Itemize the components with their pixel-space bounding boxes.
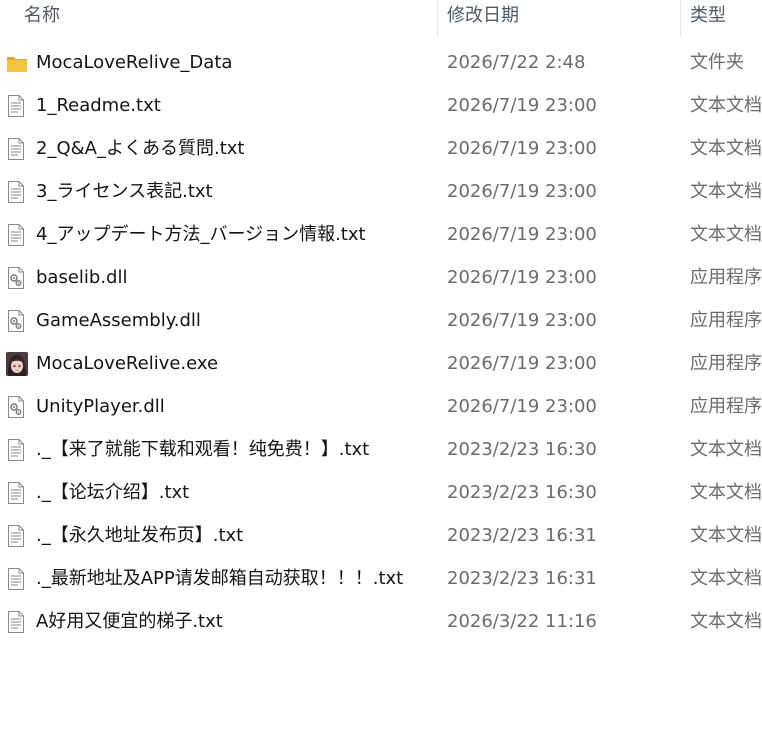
file-type: 文本文档 xyxy=(690,482,762,503)
column-header-type[interactable]: 类型 xyxy=(690,0,762,36)
file-row[interactable]: 4_アップデート方法_バージョン情報.txt 2026/7/19 23:00 文本文… xyxy=(0,213,762,256)
text-document-icon xyxy=(6,567,28,591)
file-name[interactable]: baselib.dll xyxy=(36,256,432,299)
file-row[interactable]: 2_Q&A_よくある質問.txt 2026/7/19 23:00 文本文档 xyxy=(0,127,762,170)
file-row[interactable]: ._【来了就能下载和观看！纯免费！】.txt 2023/2/23 16:30 文本文… xyxy=(0,428,762,471)
column-header-name[interactable]: 名称 xyxy=(24,0,434,36)
column-divider[interactable] xyxy=(437,0,438,36)
file-row[interactable]: A好用又便宜的梯子.txt 2026/3/22 11:16 文本文档 xyxy=(0,600,762,643)
file-row[interactable]: MocaLoveRelive.exe 2026/7/19 23:00 应用程序 xyxy=(0,342,762,385)
file-type: 文本文档 xyxy=(690,138,762,159)
file-date-modified: 2026/7/19 23:00 xyxy=(447,224,597,245)
file-date-modified: 2026/3/22 11:16 xyxy=(447,611,597,632)
file-row[interactable]: MocaLoveRelive_Data 2026/7/22 2:48 文件夹 xyxy=(0,41,762,84)
file-date-modified: 2026/7/19 23:00 xyxy=(447,267,597,288)
file-type: 文本文档 xyxy=(690,95,762,116)
file-name[interactable]: 1_Readme.txt xyxy=(36,84,432,127)
dll-file-icon xyxy=(6,266,28,290)
text-document-icon xyxy=(6,438,28,462)
folder-icon xyxy=(6,51,28,75)
text-document-icon xyxy=(6,94,28,118)
column-header-date-modified[interactable]: 修改日期 xyxy=(447,0,677,36)
file-row[interactable]: baselib.dll 2026/7/19 23:00 应用程序 xyxy=(0,256,762,299)
file-name[interactable]: 4_アップデート方法_バージョン情報.txt xyxy=(36,213,432,256)
file-row[interactable]: 3_ライセンス表記.txt 2026/7/19 23:00 文本文档 xyxy=(0,170,762,213)
game-exe-icon xyxy=(6,352,28,376)
column-header-bar: ^ 名称 修改日期 类型 xyxy=(0,0,762,36)
file-name[interactable]: A好用又便宜的梯子.txt xyxy=(36,600,432,643)
file-type: 应用程序 xyxy=(690,267,762,288)
file-name[interactable]: 3_ライセンス表記.txt xyxy=(36,170,432,213)
file-date-modified: 2026/7/19 23:00 xyxy=(447,396,597,417)
file-list: MocaLoveRelive_Data 2026/7/22 2:48 文件夹 1_Re… xyxy=(0,41,762,643)
file-date-modified: 2026/7/19 23:00 xyxy=(447,181,597,202)
text-document-icon xyxy=(6,137,28,161)
file-name[interactable]: MocaLoveRelive_Data xyxy=(36,41,432,84)
column-divider[interactable] xyxy=(680,0,681,36)
file-name[interactable]: ._最新地址及APP请发邮箱自动获取！！！.txt xyxy=(36,557,432,600)
file-name[interactable]: GameAssembly.dll xyxy=(36,299,432,342)
text-document-icon xyxy=(6,180,28,204)
file-date-modified: 2023/2/23 16:30 xyxy=(447,439,597,460)
file-date-modified: 2026/7/22 2:48 xyxy=(447,52,586,73)
file-name[interactable]: UnityPlayer.dll xyxy=(36,385,432,428)
file-date-modified: 2023/2/23 16:30 xyxy=(447,482,597,503)
file-type: 文本文档 xyxy=(690,611,762,632)
text-document-icon xyxy=(6,610,28,634)
file-name[interactable]: 2_Q&A_よくある質問.txt xyxy=(36,127,432,170)
file-row[interactable]: GameAssembly.dll 2026/7/19 23:00 应用程序 xyxy=(0,299,762,342)
file-date-modified: 2023/2/23 16:31 xyxy=(447,568,597,589)
file-date-modified: 2026/7/19 23:00 xyxy=(447,95,597,116)
file-row[interactable]: 1_Readme.txt 2026/7/19 23:00 文本文档 xyxy=(0,84,762,127)
file-row[interactable]: ._【永久地址发布页】.txt 2023/2/23 16:31 文本文档 xyxy=(0,514,762,557)
file-type: 文本文档 xyxy=(690,525,762,546)
file-date-modified: 2023/2/23 16:31 xyxy=(447,525,597,546)
file-explorer-window: ^ 名称 修改日期 类型 MocaLoveRelive_Data 2026/7/2… xyxy=(0,0,762,746)
file-type: 应用程序 xyxy=(690,310,762,331)
file-name[interactable]: ._【来了就能下载和观看！纯免费！】.txt xyxy=(36,428,432,471)
file-name[interactable]: ._【永久地址发布页】.txt xyxy=(36,514,432,557)
dll-file-icon xyxy=(6,395,28,419)
file-type: 文件夹 xyxy=(690,52,744,73)
file-type: 文本文档 xyxy=(690,439,762,460)
file-date-modified: 2026/7/19 23:00 xyxy=(447,310,597,331)
file-type: 应用程序 xyxy=(690,396,762,417)
file-type: 文本文档 xyxy=(690,181,762,202)
text-document-icon xyxy=(6,223,28,247)
file-date-modified: 2026/7/19 23:00 xyxy=(447,353,597,374)
text-document-icon xyxy=(6,481,28,505)
file-row[interactable]: ._最新地址及APP请发邮箱自动获取！！！.txt 2023/2/23 16:31… xyxy=(0,557,762,600)
dll-file-icon xyxy=(6,309,28,333)
file-name[interactable]: ._【论坛介绍】.txt xyxy=(36,471,432,514)
file-row[interactable]: UnityPlayer.dll 2026/7/19 23:00 应用程序 xyxy=(0,385,762,428)
file-type: 文本文档 xyxy=(690,224,762,245)
text-document-icon xyxy=(6,524,28,548)
file-type: 应用程序 xyxy=(690,353,762,374)
file-row[interactable]: ._【论坛介绍】.txt 2023/2/23 16:30 文本文档 xyxy=(0,471,762,514)
file-type: 文本文档 xyxy=(690,568,762,589)
file-date-modified: 2026/7/19 23:00 xyxy=(447,138,597,159)
file-name[interactable]: MocaLoveRelive.exe xyxy=(36,342,432,385)
